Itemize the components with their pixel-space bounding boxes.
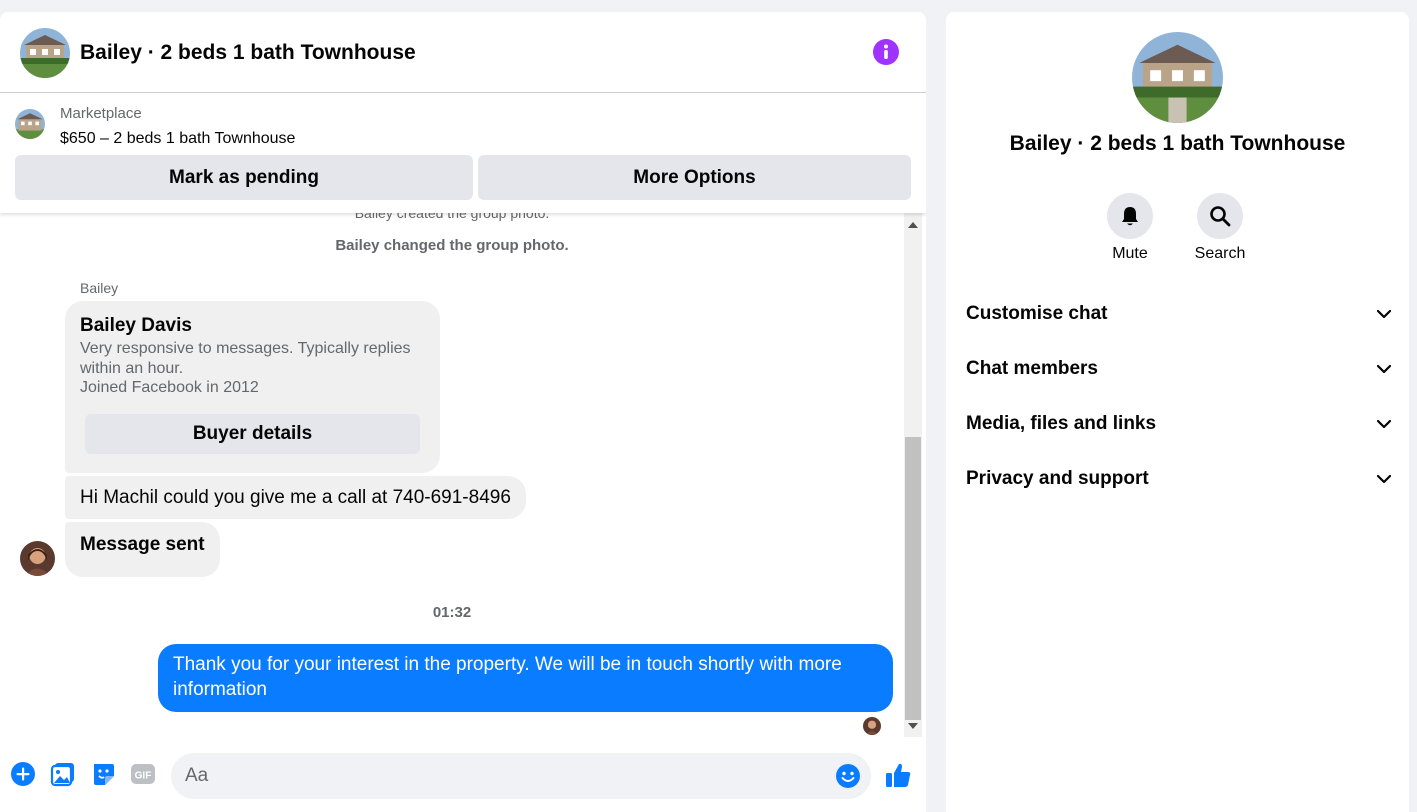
buyer-responsiveness: Very responsive to messages. Typically r… — [80, 340, 411, 377]
group-avatar[interactable] — [20, 28, 70, 78]
chevron-down-icon — [1376, 419, 1392, 429]
mute-label: Mute — [1112, 245, 1148, 262]
sticker-icon[interactable] — [90, 761, 116, 787]
section-label: Customise chat — [966, 303, 1108, 324]
message-scrollbar[interactable] — [904, 213, 922, 737]
mute-button[interactable]: Mute — [1095, 193, 1165, 263]
scroll-up-arrow[interactable] — [908, 222, 918, 228]
scroll-down-arrow[interactable] — [908, 723, 918, 729]
composer: GIF — [0, 750, 926, 805]
message-list: Bailey created the group photo. Bailey c… — [0, 213, 904, 737]
chevron-down-icon — [1376, 364, 1392, 374]
section-label: Privacy and support — [966, 468, 1149, 489]
buyer-details-button[interactable]: Buyer details — [85, 414, 420, 454]
system-message: Bailey changed the group photo. — [335, 237, 569, 254]
message-input-box — [171, 753, 871, 799]
buyer-name[interactable]: Bailey Davis — [80, 315, 192, 337]
message-timestamp: 01:32 — [432, 604, 472, 621]
chat-panel: Bailey · 2 beds 1 bath Townhouse Marketp… — [0, 12, 926, 812]
listing-thumbnail[interactable] — [15, 109, 45, 139]
search-icon[interactable] — [1197, 193, 1243, 239]
group-avatar-large[interactable] — [1132, 32, 1223, 123]
incoming-message[interactable]: Hi Machil could you give me a call at 74… — [65, 476, 526, 519]
chat-title: Bailey · 2 beds 1 bath Townhouse — [80, 41, 416, 64]
conversation-title: Bailey · 2 beds 1 bath Townhouse — [1009, 132, 1346, 155]
svg-text:GIF: GIF — [135, 771, 152, 782]
section-label: Chat members — [966, 358, 1098, 379]
buyer-joined: Joined Facebook in 2012 — [80, 379, 259, 396]
search-label: Search — [1194, 245, 1246, 262]
chat-header: Bailey · 2 beds 1 bath Townhouse — [0, 12, 926, 93]
scrollbar-thumb[interactable] — [905, 437, 921, 720]
conversation-info-panel: Bailey · 2 beds 1 bath Townhouse Mute Se… — [946, 12, 1409, 812]
chevron-down-icon — [1376, 474, 1392, 484]
info-icon[interactable] — [873, 39, 899, 65]
system-message-partial: Bailey created the group photo. — [354, 213, 550, 221]
incoming-message[interactable]: Message sent — [65, 522, 220, 577]
section-customise-chat[interactable]: Customise chat — [966, 294, 1392, 334]
section-media-files-links[interactable]: Media, files and links — [966, 404, 1392, 444]
sender-avatar[interactable] — [20, 541, 55, 576]
more-options-button[interactable]: More Options — [478, 155, 911, 200]
section-chat-members[interactable]: Chat members — [966, 349, 1392, 389]
bell-icon[interactable] — [1107, 193, 1153, 239]
message-input[interactable] — [185, 753, 825, 799]
mark-pending-button[interactable]: Mark as pending — [15, 155, 473, 200]
listing-title[interactable]: $650 – 2 beds 1 bath Townhouse — [60, 130, 295, 148]
marketplace-bar: Marketplace $650 – 2 beds 1 bath Townhou… — [0, 93, 926, 213]
photo-icon[interactable] — [50, 761, 76, 787]
search-button[interactable]: Search — [1185, 193, 1255, 263]
section-privacy-support[interactable]: Privacy and support — [966, 459, 1392, 499]
gif-icon[interactable]: GIF — [130, 761, 156, 787]
section-label: Media, files and links — [966, 413, 1157, 434]
emoji-icon[interactable] — [835, 763, 861, 789]
seen-indicator-avatar — [863, 717, 881, 735]
buyer-profile-card: Bailey Davis Very responsive to messages… — [65, 301, 440, 473]
plus-icon[interactable] — [10, 761, 36, 787]
like-icon[interactable] — [884, 761, 912, 789]
outgoing-message[interactable]: Thank you for your interest in the prope… — [158, 644, 893, 712]
sender-name: Bailey — [80, 280, 119, 296]
chevron-down-icon — [1376, 309, 1392, 319]
marketplace-label: Marketplace — [60, 105, 142, 122]
